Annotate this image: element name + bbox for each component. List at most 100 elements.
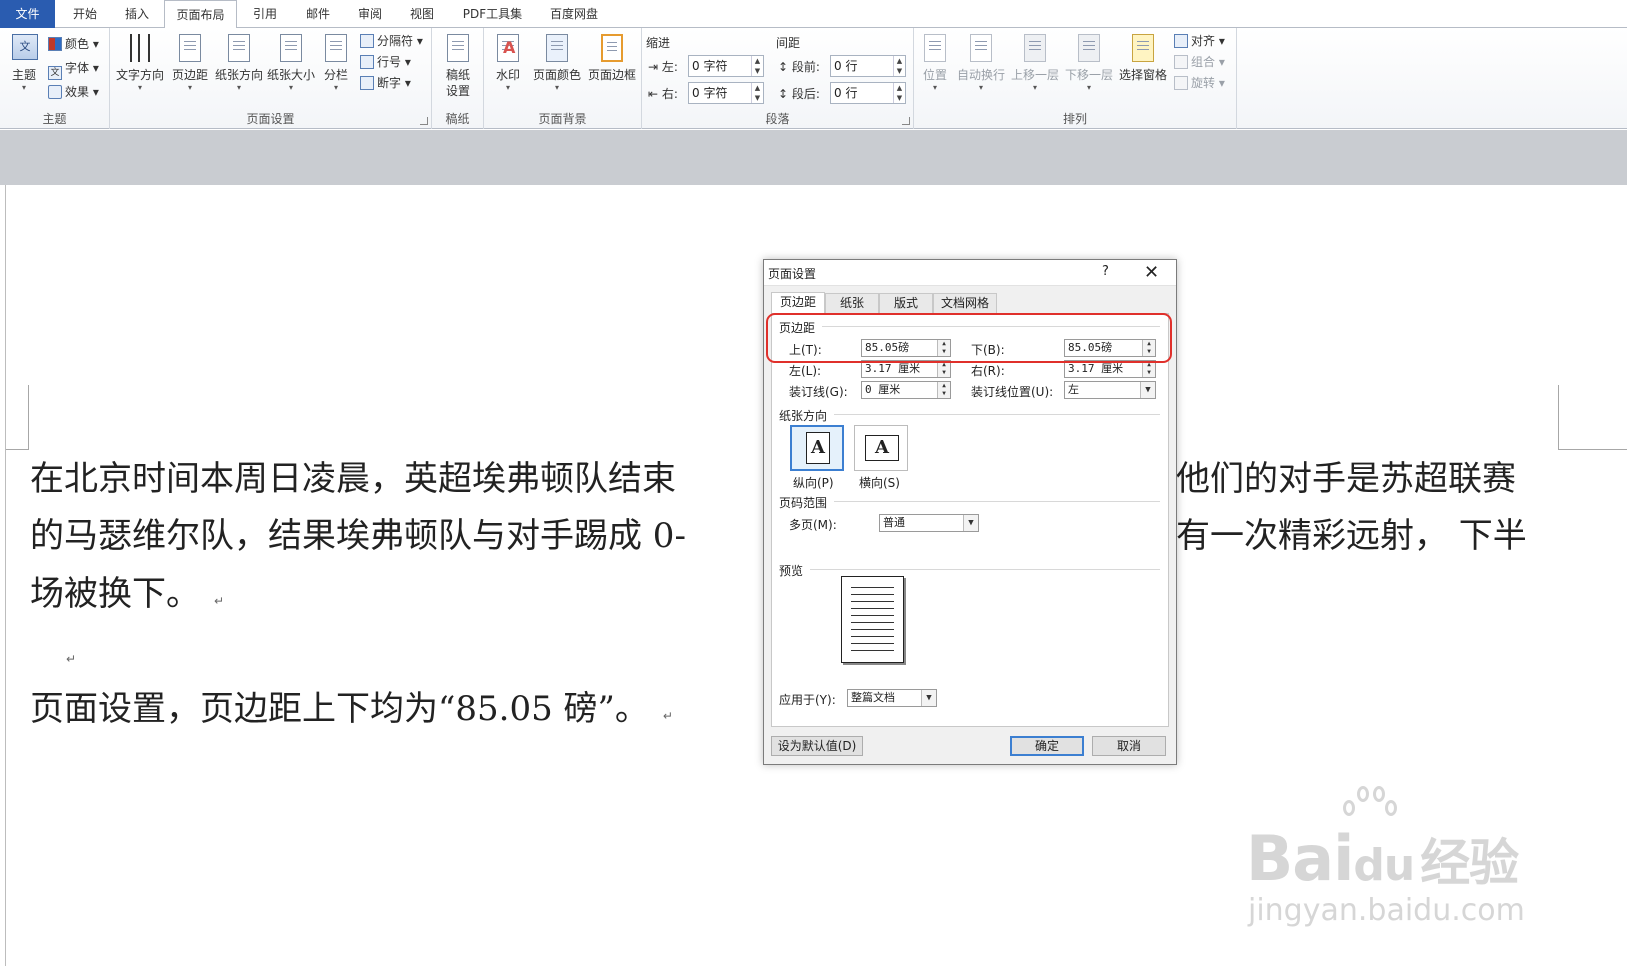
draft-group-label: 稿纸 [445, 112, 470, 126]
send-backward-icon [1075, 32, 1103, 64]
draft-settings-button[interactable]: 稿纸 设置 [440, 32, 476, 99]
crop-mark [1558, 449, 1627, 450]
bring-forward-button[interactable]: 上移一层 ▾ [1010, 32, 1060, 93]
cancel-button[interactable]: 取消 [1092, 736, 1166, 756]
gutter-input[interactable]: 0 厘米 ▲ ▼ [861, 381, 951, 399]
paragraph-group: 缩进 间距 ⇥ 左: 0 字符 ▲ ▼ ⇤ 右: 0 字符 ▲ ▼ ↕ 段前: 0 行 ▲… [642, 28, 914, 129]
spinner-icon[interactable]: ▲ ▼ [937, 382, 950, 398]
color-palette-icon [48, 37, 62, 51]
multiple-pages-select[interactable]: 普通 ▼ [879, 514, 979, 532]
send-backward-button[interactable]: 下移一层 ▾ [1064, 32, 1114, 93]
margins-button[interactable]: 页边距 ▾ [168, 32, 212, 93]
watermark-url: jingyan.baidu.com [1248, 893, 1525, 928]
apply-to-select[interactable]: 整篇文档 ▼ [847, 689, 937, 707]
chevron-down-icon[interactable]: ▼ [963, 515, 978, 531]
body-line-1-left: 在北京时间本周日凌晨，英超埃弗顿队结束 [30, 459, 676, 499]
preview-line [851, 608, 894, 609]
theme-effects-button[interactable]: 效果 ▾ [48, 81, 99, 103]
tab-page-layout[interactable]: 页面布局 [164, 0, 237, 29]
dialog-launcher-icon[interactable] [420, 117, 428, 125]
orientation-button[interactable]: 纸张方向 ▾ [214, 32, 264, 93]
ok-button[interactable]: 确定 [1010, 736, 1084, 756]
position-button[interactable]: 位置 ▾ [918, 32, 952, 93]
tab-view[interactable]: 视图 [397, 0, 447, 28]
background-group-label: 页面背景 [538, 112, 587, 126]
help-icon[interactable]: ? [1102, 264, 1109, 279]
group-objects-button[interactable]: 组合 ▾ [1174, 51, 1225, 73]
tab-layout[interactable]: 版式 [879, 293, 933, 313]
tab-document-grid[interactable]: 文档网格 [933, 293, 997, 313]
tab-home[interactable]: 开始 [60, 0, 110, 28]
text-direction-button[interactable]: 文字方向 ▾ [116, 32, 164, 93]
rotate-icon [1174, 76, 1188, 90]
arrange-group: 位置 ▾ 自动换行 ▾ 上移一层 ▾ 下移一层 ▾ 选择窗格 对齐 ▾ 组合 ▾ [914, 28, 1237, 129]
selection-pane-icon [1129, 32, 1157, 64]
chevron-down-icon[interactable]: ▼ [1140, 382, 1155, 398]
preview-line [851, 601, 894, 602]
indent-left-input[interactable]: 0 字符 ▲ ▼ [688, 55, 764, 77]
portrait-option[interactable]: A [790, 425, 844, 471]
spinner-icon[interactable]: ▲ ▼ [893, 56, 905, 76]
baidu-paw-icon [1337, 786, 1397, 840]
theme-icon: 文 [10, 32, 38, 64]
paper-size-button[interactable]: 纸张大小 ▾ [266, 32, 316, 93]
line-numbers-button[interactable]: 行号 ▾ [360, 51, 411, 73]
breaks-button[interactable]: 分隔符 ▾ [360, 30, 423, 52]
paragraph-mark: ↵ [66, 652, 77, 666]
align-button[interactable]: 对齐 ▾ [1174, 30, 1225, 52]
close-icon[interactable]: ✕ [1144, 262, 1159, 283]
tab-insert[interactable]: 插入 [112, 0, 162, 28]
paragraph-mark: ↵ [214, 594, 225, 608]
theme-fonts-button[interactable]: 文字体 ▾ [48, 57, 99, 80]
tab-paper[interactable]: 纸张 [825, 293, 879, 313]
theme-group: 文 主题 ▾ 颜色 ▾ 文字体 ▾ 效果 ▾ 主题 [0, 28, 110, 129]
left-margin-label: 左(L): [789, 364, 822, 378]
spinner-icon[interactable]: ▲ ▼ [1142, 361, 1155, 377]
theme-colors-button[interactable]: 颜色 ▾ [48, 33, 99, 55]
spinner-icon[interactable]: ▲ ▼ [893, 83, 905, 103]
tab-references[interactable]: 引用 [240, 0, 290, 28]
landscape-option[interactable]: A [854, 425, 908, 471]
tab-baidu-netdisk[interactable]: 百度网盘 [538, 0, 610, 28]
effects-icon [48, 85, 62, 99]
columns-button[interactable]: 分栏 ▾ [320, 32, 352, 93]
theme-button[interactable]: 文 主题 ▾ [6, 32, 42, 93]
wrap-text-icon [967, 32, 995, 64]
section-divider [834, 414, 1160, 415]
orientation-icon [225, 32, 253, 64]
page-color-button[interactable]: 页面颜色 ▾ [532, 32, 582, 93]
body-line-1-right: 他们的对手是苏超联赛 [1176, 459, 1516, 499]
bring-forward-icon [1021, 32, 1049, 64]
highlight-annotation [766, 313, 1172, 363]
body-line-4: 页面设置，页边距上下均为“85.05 磅”。 ↵ [30, 689, 673, 729]
space-after-input[interactable]: 0 行 ▲ ▼ [830, 82, 906, 104]
tab-mailings[interactable]: 邮件 [293, 0, 343, 28]
orientation-section-title: 纸张方向 [779, 409, 828, 423]
spinner-icon[interactable]: ▲ ▼ [751, 56, 763, 76]
rotate-button[interactable]: 旋转 ▾ [1174, 72, 1225, 94]
hyphenation-button[interactable]: 断字 ▾ [360, 72, 411, 94]
dialog-launcher-icon[interactable] [902, 117, 910, 125]
spinner-icon[interactable]: ▲ ▼ [751, 83, 763, 103]
watermark-button[interactable]: A 水印 ▾ [490, 32, 526, 93]
crop-mark [28, 385, 29, 449]
spinner-icon[interactable]: ▲ ▼ [937, 361, 950, 377]
section-divider [810, 569, 1160, 570]
margins-icon [176, 32, 204, 64]
set-default-button[interactable]: 设为默认值(D) [771, 736, 863, 756]
chevron-down-icon[interactable]: ▼ [921, 690, 936, 706]
gutter-position-select[interactable]: 左 ▼ [1064, 381, 1156, 399]
tab-pdf-tools[interactable]: PDF工具集 [455, 0, 530, 28]
wrap-text-button[interactable]: 自动换行 ▾ [956, 32, 1006, 93]
tab-review[interactable]: 审阅 [345, 0, 395, 28]
apply-to-label: 应用于(Y): [779, 693, 836, 707]
space-before-input[interactable]: 0 行 ▲ ▼ [830, 55, 906, 77]
tab-file[interactable]: 文件 [0, 0, 55, 28]
page-borders-button[interactable]: 页面边框 [586, 32, 638, 83]
preview-line [851, 650, 894, 651]
tab-margins[interactable]: 页边距 [771, 292, 825, 313]
indent-right-input[interactable]: 0 字符 ▲ ▼ [688, 82, 764, 104]
selection-pane-button[interactable]: 选择窗格 [1118, 32, 1168, 83]
chevron-down-icon: ▾ [288, 83, 293, 92]
preview-section-title: 预览 [779, 564, 804, 578]
